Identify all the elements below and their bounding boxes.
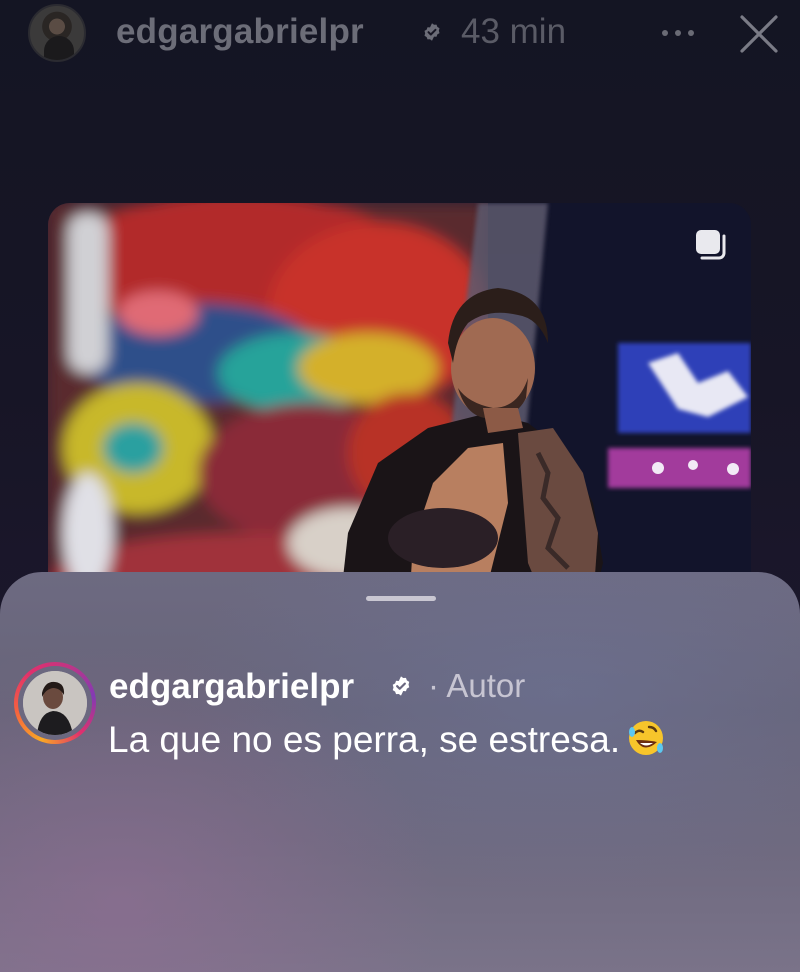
comment-text: La que no es perra, se estresa. [108, 718, 666, 761]
shared-post-card[interactable] [48, 203, 751, 623]
close-icon[interactable] [738, 13, 780, 55]
comments-sheet[interactable]: edgargabrielpr · Autor La que no es perr… [0, 572, 800, 972]
verified-badge-icon [424, 23, 440, 41]
story-header: edgargabrielpr 43 min [0, 0, 800, 70]
comment-text-body: La que no es perra, se estresa. [108, 719, 621, 760]
author-label: · Autor [428, 667, 526, 704]
header-username[interactable]: edgargabrielpr [116, 12, 364, 52]
carousel-icon [696, 230, 726, 260]
comment-avatar-story-ring[interactable] [14, 662, 96, 744]
more-horizontal-icon[interactable] [660, 30, 696, 38]
avatar-photo [23, 671, 87, 735]
comment-username[interactable]: edgargabrielpr [109, 667, 354, 707]
verified-badge-icon [392, 676, 410, 696]
comment-avatar [23, 671, 87, 735]
avatar-ring-gap [18, 666, 92, 740]
rolling-on-floor-laughing-emoji-icon [629, 721, 664, 755]
post-time: 43 min [461, 12, 567, 51]
drag-handle[interactable] [366, 596, 436, 601]
shared-post-photo [48, 203, 751, 623]
header-avatar[interactable] [28, 4, 86, 62]
